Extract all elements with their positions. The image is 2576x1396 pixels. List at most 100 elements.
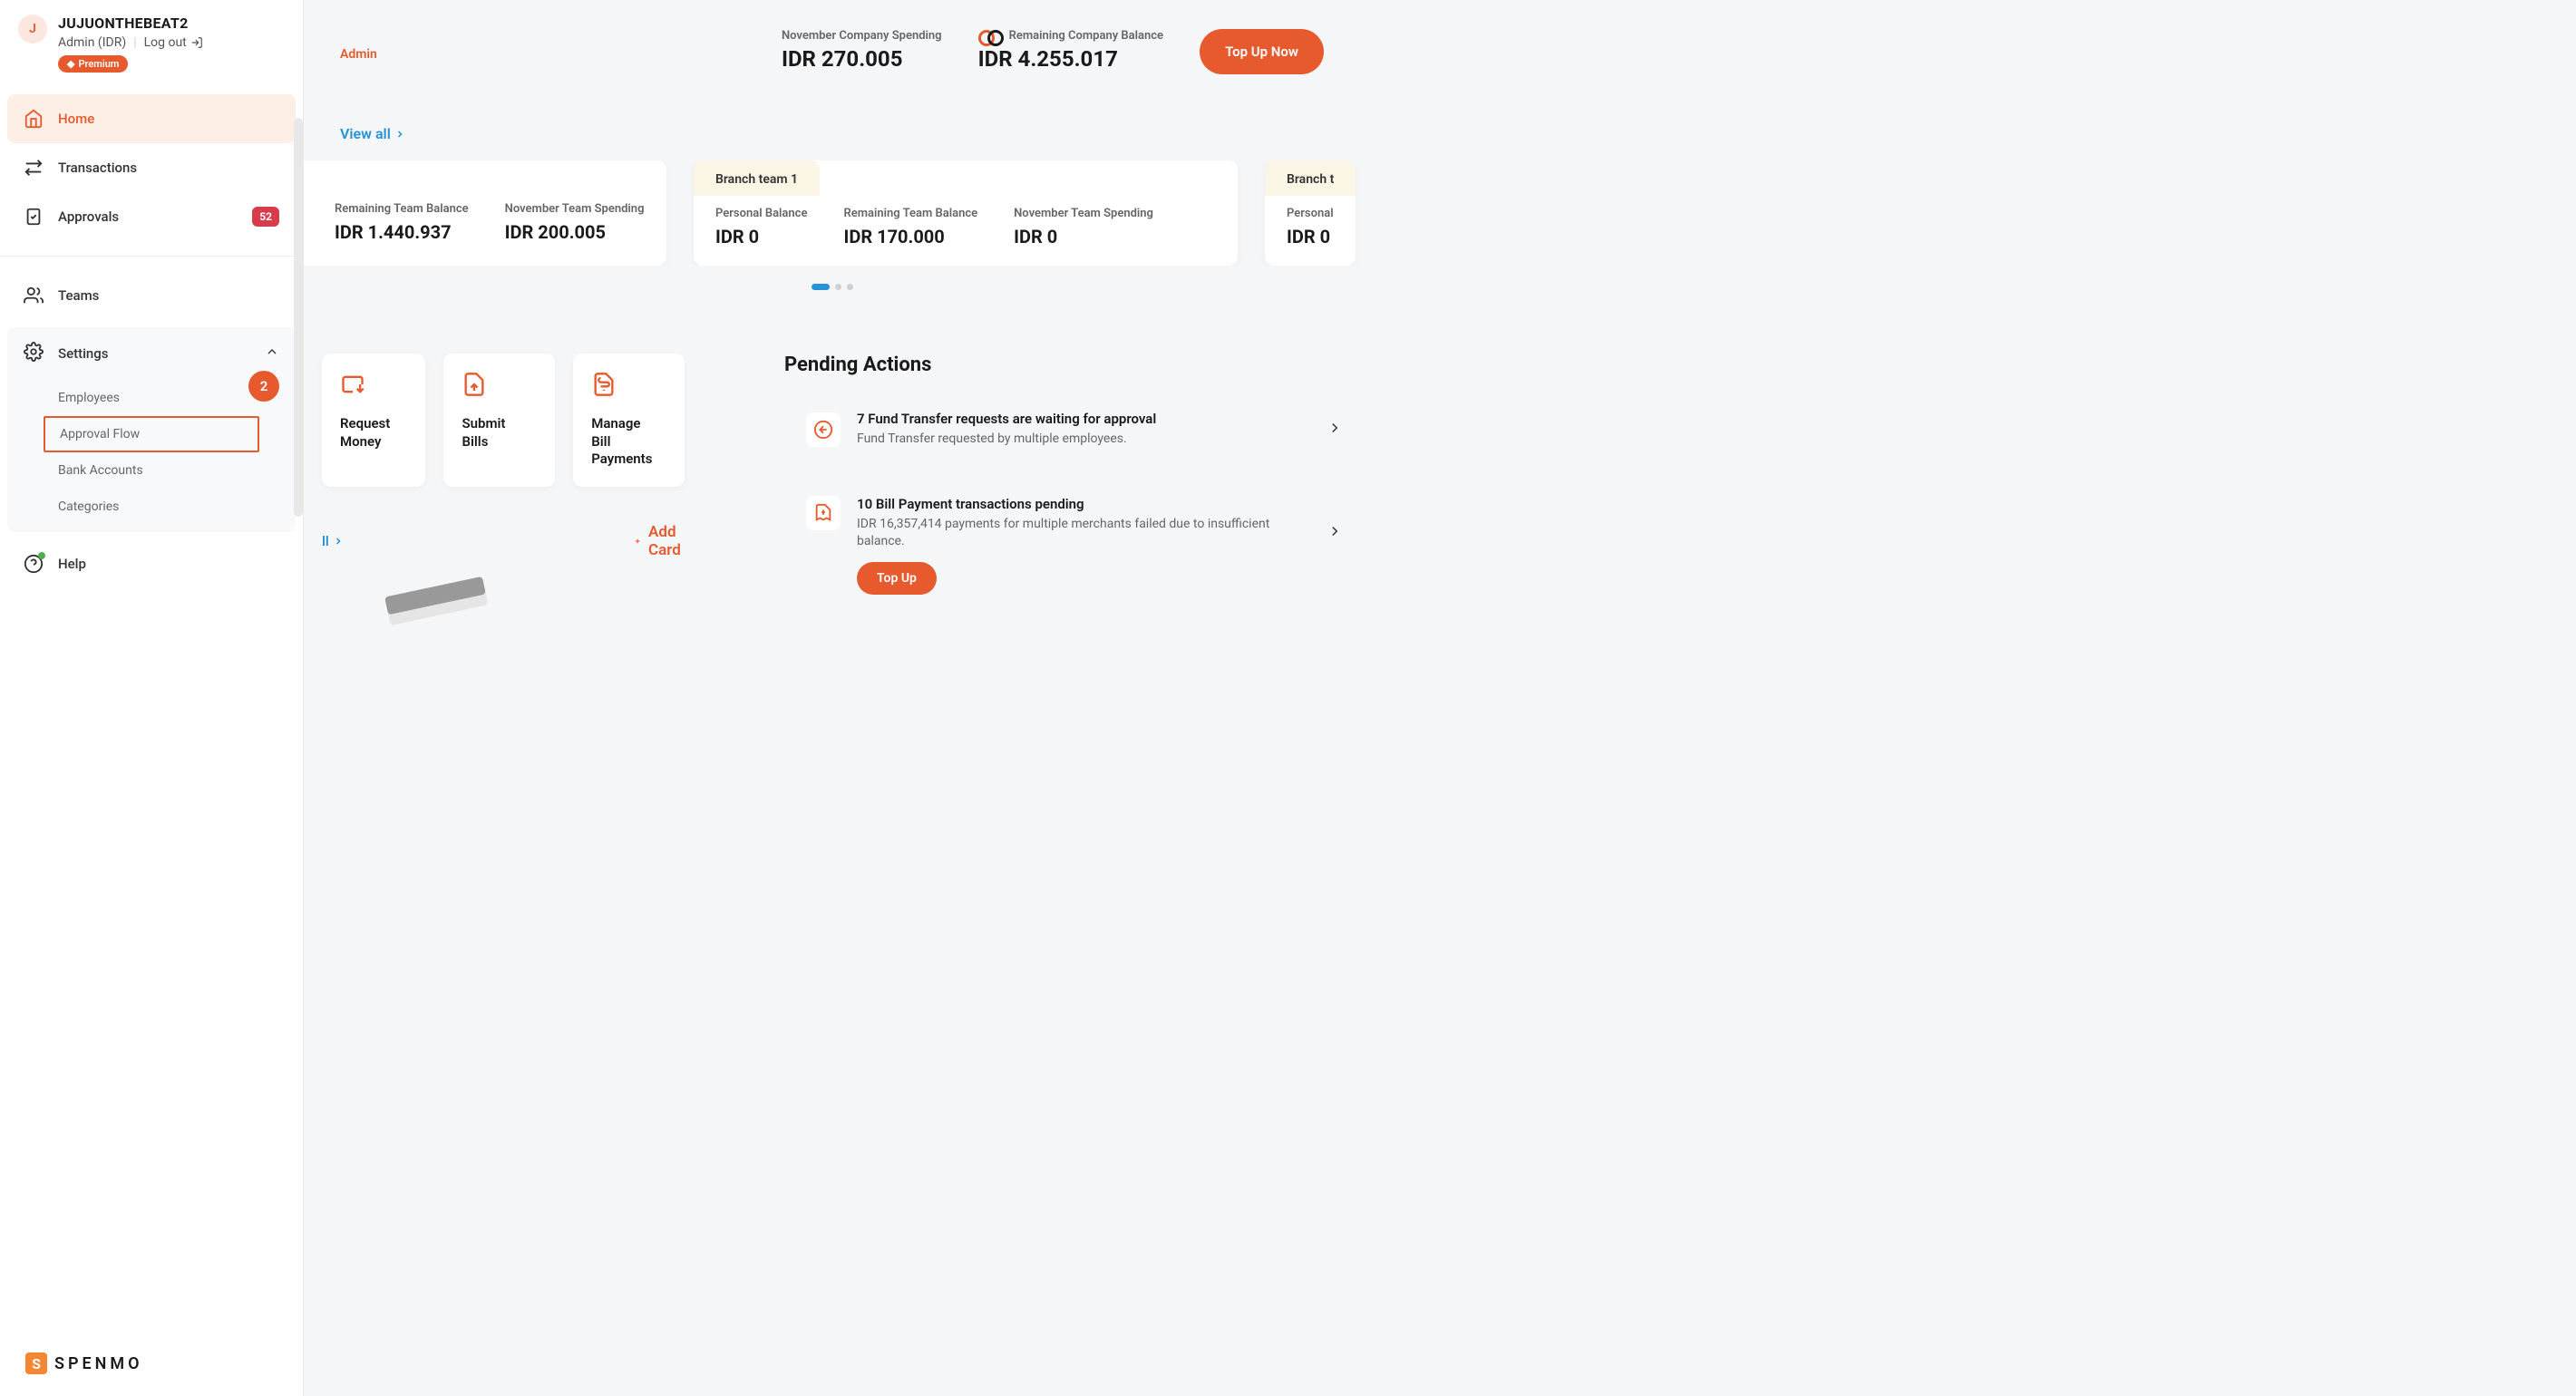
pending-actions-panel: Pending Actions 7 Fund Transfer requests… [784, 354, 1365, 611]
team-metric-label: November Team Spending [505, 202, 645, 216]
add-card-button[interactable]: Add Card [634, 523, 686, 559]
sidebar-item-label: Home [58, 111, 279, 127]
team-card[interactable]: Branch team 1 Personal Balance IDR 0 Rem… [694, 160, 1238, 266]
help-icon [24, 554, 44, 574]
home-icon [24, 109, 44, 129]
team-metric-value: IDR 170.000 [843, 226, 977, 247]
pending-action-item[interactable]: 7 Fund Transfer requests are waiting for… [784, 394, 1365, 465]
tile-label: RequestMoney [340, 415, 407, 451]
pending-actions-title: Pending Actions [784, 354, 1365, 376]
team-name: Branch team 1 [715, 172, 798, 187]
tile-request-money[interactable]: RequestMoney [322, 354, 425, 487]
topup-now-button[interactable]: Top Up Now [1200, 29, 1324, 74]
card-illustration [385, 587, 721, 605]
sidebar-item-label: Transactions [58, 160, 279, 176]
manage-bills-icon [591, 372, 666, 401]
sidebar-item-settings[interactable]: Settings [7, 327, 296, 380]
user-info: JUJUONTHEBEAT2 Admin (IDR) | Log out ◆ P… [58, 15, 285, 73]
carousel-dot[interactable] [812, 284, 830, 290]
carousel-dot[interactable] [835, 284, 841, 290]
view-all-link[interactable]: View all [340, 125, 405, 142]
chevron-right-icon [333, 536, 344, 547]
chevron-right-icon [1327, 420, 1343, 440]
chevron-right-icon [1327, 523, 1343, 543]
sidebar-item-approval-flow[interactable]: Approval Flow [44, 416, 259, 452]
view-all-label: View all [340, 125, 391, 142]
sidebar: J JUJUONTHEBEAT2 Admin (IDR) | Log out ◆… [0, 0, 304, 1396]
logo-mark-icon: S [25, 1352, 47, 1374]
transfer-icon [806, 412, 841, 447]
avatar: J [18, 15, 47, 44]
pending-item-title: 7 Fund Transfer requests are waiting for… [857, 411, 1310, 427]
sidebar-item-bank-accounts[interactable]: Bank Accounts [7, 452, 296, 489]
admin-label: Admin [340, 47, 377, 62]
team-cards-row: Remaining Team Balance IDR 1.440.937 Nov… [286, 160, 1360, 266]
settings-section: Settings 2 Employees Approval Flow Bank … [7, 327, 296, 532]
tile-submit-bills[interactable]: SubmitBills [443, 354, 555, 487]
sidebar-item-teams[interactable]: Teams [7, 271, 296, 320]
brand-label: SPENMO [54, 1354, 143, 1373]
team-metric-value: IDR 0 [1287, 226, 1334, 247]
settings-submenu: 2 Employees Approval Flow Bank Accounts … [7, 380, 296, 525]
action-tiles: RequestMoney SubmitBills ManageBill Paym… [286, 354, 721, 487]
pending-item-sub: IDR 16,357,414 payments for multiple mer… [857, 516, 1310, 551]
transactions-icon [24, 158, 44, 178]
brand-logo: S SPENMO [7, 1338, 296, 1389]
sidebar-item-categories[interactable]: Categories [7, 489, 296, 525]
premium-label: Premium [78, 58, 119, 70]
approvals-count-badge: 52 [252, 207, 279, 227]
logout-icon [190, 36, 203, 49]
pending-item-sub: Fund Transfer requested by multiple empl… [857, 431, 1310, 449]
metric-value: IDR 270.005 [782, 46, 942, 72]
team-metric-label: Remaining Team Balance [843, 207, 977, 220]
carousel-dots [304, 284, 1360, 290]
logout-button[interactable]: Log out [144, 35, 203, 50]
request-money-icon [340, 372, 407, 401]
view-all-link[interactable]: ll [322, 533, 344, 549]
team-metric-value: IDR 200.005 [505, 221, 645, 243]
team-metric-value: IDR 1.440.937 [335, 221, 469, 243]
submit-bills-icon [462, 372, 537, 401]
team-metric-value: IDR 0 [1014, 226, 1153, 247]
view-all-label: ll [322, 533, 329, 549]
diamond-icon: ◆ [67, 58, 74, 70]
team-metric-label: Personal [1287, 207, 1334, 220]
team-metric-label: November Team Spending [1014, 207, 1153, 220]
divider [0, 256, 303, 257]
tile-manage-bill-payments[interactable]: ManageBill Payments [573, 354, 685, 487]
metric-label: Remaining Company Balance [1009, 29, 1163, 43]
logout-label: Log out [144, 35, 187, 50]
team-metric-label: Personal Balance [715, 207, 807, 220]
plus-icon [634, 535, 641, 548]
team-card[interactable]: Branch t Personal IDR 0 [1265, 160, 1356, 266]
topup-button[interactable]: Top Up [857, 562, 937, 595]
approvals-icon [24, 207, 44, 227]
sidebar-item-transactions[interactable]: Transactions [7, 143, 296, 192]
sidebar-item-label: Help [58, 556, 279, 572]
sidebar-header: J JUJUONTHEBEAT2 Admin (IDR) | Log out ◆… [0, 0, 303, 87]
team-metric-label: Remaining Team Balance [335, 202, 469, 216]
sidebar-item-label: Approvals [58, 208, 238, 225]
sidebar-item-home[interactable]: Home [7, 94, 296, 143]
add-card-label: Add Card [648, 523, 686, 559]
sidebar-item-approvals[interactable]: Approvals 52 [7, 192, 296, 241]
teams-icon [24, 286, 44, 305]
sidebar-item-label: Teams [58, 287, 279, 304]
team-metric-value: IDR 0 [715, 226, 807, 247]
metric-value: IDR 4.255.017 [978, 46, 1163, 72]
premium-badge: ◆ Premium [58, 55, 128, 73]
team-name: Branch t [1287, 172, 1334, 187]
tile-label: SubmitBills [462, 415, 537, 451]
team-card[interactable]: Remaining Team Balance IDR 1.440.937 Nov… [286, 160, 666, 266]
tile-label: ManageBill Payments [591, 415, 666, 469]
gear-icon [24, 342, 44, 365]
sidebar-item-label: Settings [58, 345, 109, 362]
chevron-up-icon [265, 344, 279, 363]
company-spending-metric: November Company Spending IDR 270.005 [782, 29, 942, 72]
sidebar-item-help[interactable]: Help [7, 539, 296, 588]
carousel-dot[interactable] [847, 284, 853, 290]
metric-label: November Company Spending [782, 29, 942, 43]
company-balance-metric: Remaining Company Balance IDR 4.255.017 [978, 29, 1163, 72]
pending-action-item[interactable]: 10 Bill Payment transactions pending IDR… [784, 480, 1365, 611]
chevron-right-icon [394, 129, 405, 140]
